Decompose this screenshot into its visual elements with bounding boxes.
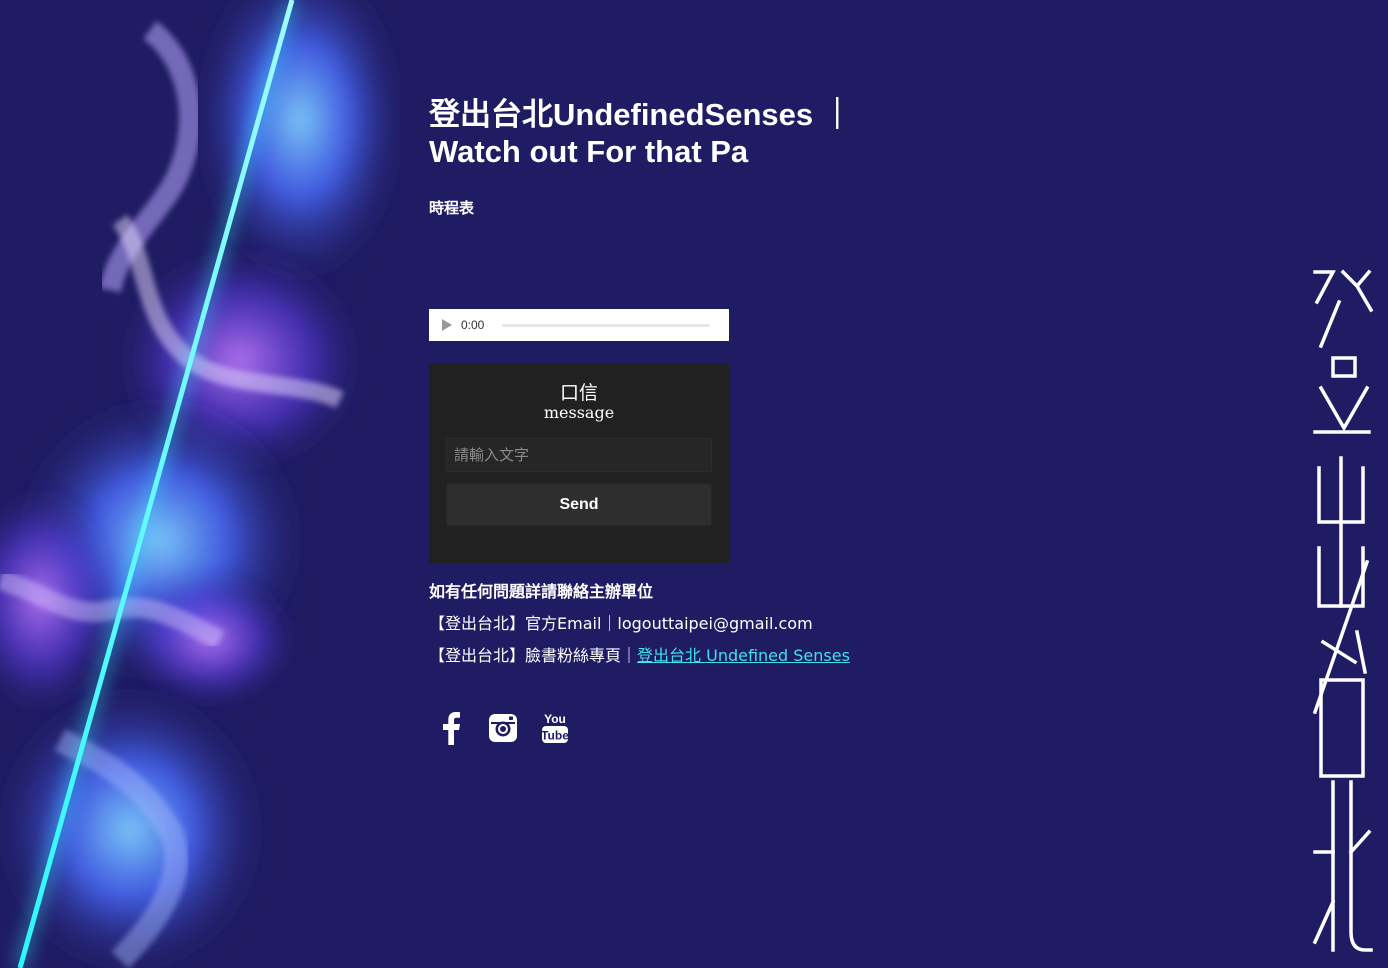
page-title-line2: Watch out For that Pa (429, 134, 749, 169)
youtube-icon[interactable]: You Tube (535, 708, 575, 748)
hero-artwork (0, 0, 400, 968)
send-button[interactable]: Send (446, 483, 712, 526)
audio-progress-bar[interactable] (502, 323, 711, 327)
contact-email-row: 【登出台北】官方Email｜logouttaipei@gmail.com (429, 608, 850, 640)
message-title-en: message (543, 403, 615, 422)
page-title-line1: 登出台北UndefinedSenses ｜ (429, 97, 853, 132)
message-box: 口信 message Send (429, 363, 729, 563)
facebook-page-link[interactable]: 登出台北 Undefined Senses (637, 646, 850, 665)
youtube-icon-you: You (544, 712, 566, 726)
play-icon[interactable] (442, 319, 452, 331)
contact-heading: 如有任何問題詳請聯絡主辦單位 (429, 582, 654, 601)
page-title: 登出台北UndefinedSenses ｜ Watch out For that… (429, 96, 949, 170)
social-links: You Tube (429, 708, 587, 748)
contact-facebook-row: 【登出台北】臉書粉絲專頁｜登出台北 Undefined Senses (429, 640, 850, 672)
schedule-label: 時程表 (429, 199, 475, 217)
logo-vertical (1305, 262, 1375, 957)
instagram-icon[interactable] (483, 708, 523, 748)
message-input[interactable] (446, 438, 712, 472)
contact-info: 如有任何問題詳請聯絡主辦單位 【登出台北】官方Email｜logouttaipe… (429, 576, 850, 672)
message-title-zh: 口信 (559, 382, 598, 404)
contact-facebook-label: 【登出台北】臉書粉絲專頁｜ (429, 646, 638, 665)
audio-time: 0:00 (461, 318, 485, 332)
contact-email-label: 【登出台北】官方Email｜ (429, 614, 618, 633)
contact-email: logouttaipei@gmail.com (617, 614, 813, 633)
audio-player: 0:00 (429, 309, 729, 341)
facebook-icon[interactable] (431, 708, 471, 748)
youtube-icon-tube: Tube (541, 729, 569, 743)
